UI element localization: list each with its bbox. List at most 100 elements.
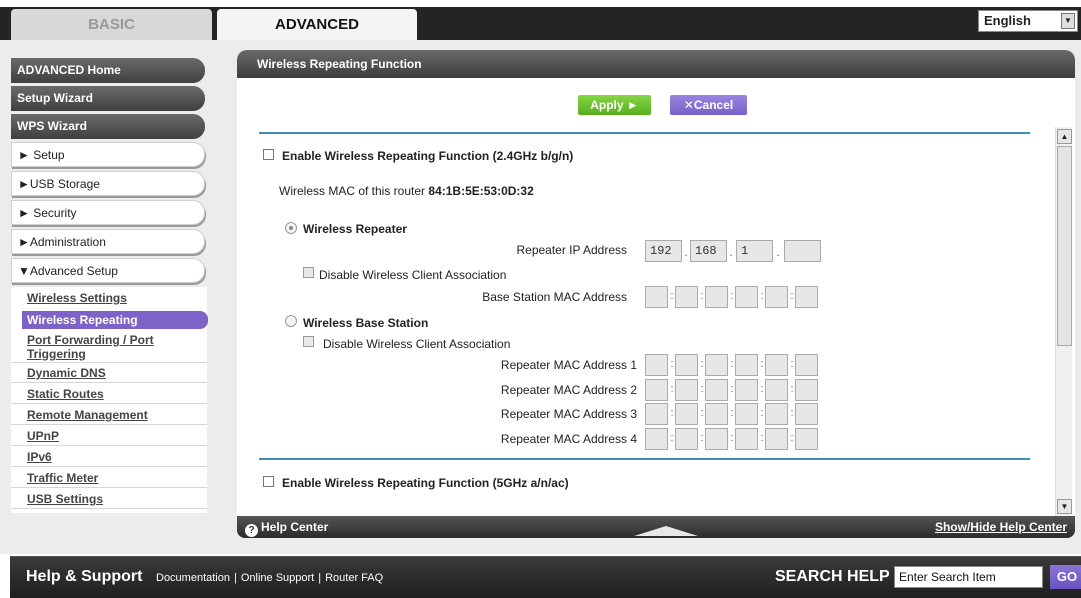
repeater-mac-1-octet-5[interactable] — [765, 354, 788, 376]
ip-dot: . — [729, 245, 733, 259]
documentation-link[interactable]: Documentation — [156, 572, 230, 584]
submenu-wireless-settings[interactable]: Wireless Settings — [27, 291, 127, 305]
repeater-mac-1-octet-1[interactable] — [645, 354, 668, 376]
repeater-mac-2-octet-5[interactable] — [765, 379, 788, 401]
help-center-bar: ? Help Center Show/Hide Help Center — [237, 516, 1075, 538]
submenu-upnp[interactable]: UPnP — [27, 429, 59, 443]
submenu-usb-settings[interactable]: USB Settings — [27, 492, 103, 506]
cancel-button[interactable]: ✕Cancel — [670, 95, 747, 115]
repeater-mac-2-octet-1[interactable] — [645, 379, 668, 401]
base-station-mac-octet-5[interactable] — [765, 286, 788, 308]
repeater-mac-3-octet-6[interactable] — [795, 403, 818, 425]
repeater-mac-2-octet-6[interactable] — [795, 379, 818, 401]
sidebar-item-setup[interactable]: ► Setup — [11, 142, 205, 167]
disable-assoc-label-2: Disable Wireless Client Association — [323, 337, 511, 351]
ip-dot: . — [684, 245, 688, 259]
repeater-mac-1-octet-2[interactable] — [675, 354, 698, 376]
expand-arrow-icon[interactable] — [634, 526, 698, 536]
divider — [11, 487, 207, 488]
wireless-base-station-label: Wireless Base Station — [303, 316, 429, 330]
sidebar-item-security[interactable]: ► Security — [11, 200, 205, 225]
base-station-mac-octet-1[interactable] — [645, 286, 668, 308]
router-faq-link[interactable]: Router FAQ — [325, 572, 383, 584]
wireless-repeater-radio[interactable] — [285, 222, 297, 234]
language-select[interactable]: English ▼ — [978, 10, 1078, 32]
repeater-mac-4-octet-3[interactable] — [705, 428, 728, 450]
sidebar-item-wps-wizard[interactable]: WPS Wizard — [11, 114, 205, 139]
footer-links: Documentation | Online Support | Router FAQ — [156, 572, 384, 584]
tab-advanced[interactable]: ADVANCED — [217, 9, 417, 40]
divider — [259, 458, 1030, 460]
submenu-traffic-meter[interactable]: Traffic Meter — [27, 471, 98, 485]
sidebar-item-usb-storage[interactable]: ►USB Storage — [11, 171, 205, 196]
repeater-mac-2-label: Repeater MAC Address 2 — [500, 383, 637, 397]
divider — [11, 445, 207, 446]
repeater-mac-2-octet-3[interactable] — [705, 379, 728, 401]
base-station-mac-octet-2[interactable] — [675, 286, 698, 308]
panel-title: Wireless Repeating Function — [237, 50, 1075, 78]
online-support-link[interactable]: Online Support — [241, 572, 314, 584]
tab-basic[interactable]: BASIC — [11, 9, 212, 40]
repeater-mac-3-label: Repeater MAC Address 3 — [500, 407, 637, 421]
submenu-remote-management[interactable]: Remote Management — [27, 408, 148, 422]
sidebar-item-advanced-setup[interactable]: ▼Advanced Setup — [11, 258, 205, 283]
submenu-port-forwarding[interactable]: Port Forwarding / Port — [27, 333, 154, 347]
base-station-mac-octet-6[interactable] — [795, 286, 818, 308]
scroll-up-icon[interactable]: ▲ — [1057, 129, 1072, 144]
repeater-mac-1-octet-6[interactable] — [795, 354, 818, 376]
repeater-ip-octet-1[interactable]: 192 — [645, 240, 682, 262]
repeater-mac-4-octet-1[interactable] — [645, 428, 668, 450]
help-center-label[interactable]: Help Center — [261, 520, 328, 534]
repeater-mac-4-octet-2[interactable] — [675, 428, 698, 450]
content-scrollbar[interactable]: ▲ ▼ — [1055, 127, 1072, 516]
scroll-down-icon[interactable]: ▼ — [1057, 499, 1072, 514]
disable-assoc-checkbox-1[interactable] — [303, 267, 314, 278]
help-icon: ? — [245, 524, 258, 537]
wireless-base-station-radio[interactable] — [285, 315, 297, 327]
submenu-wireless-repeating[interactable]: Wireless Repeating — [22, 311, 208, 329]
repeater-ip-octet-3[interactable]: 1 — [736, 240, 773, 262]
base-station-mac-label: Base Station MAC Address — [482, 290, 627, 304]
chevron-down-icon[interactable]: ▼ — [1061, 13, 1075, 29]
repeater-mac-4-octet-5[interactable] — [765, 428, 788, 450]
repeater-mac-2-octet-4[interactable] — [735, 379, 758, 401]
repeater-mac-2-octet-2[interactable] — [675, 379, 698, 401]
submenu-port-forwarding-line2[interactable]: Triggering — [27, 347, 86, 361]
repeater-mac-3-octet-1[interactable] — [645, 403, 668, 425]
base-station-mac-octet-4[interactable] — [735, 286, 758, 308]
repeater-ip-octet-2[interactable]: 168 — [690, 240, 727, 262]
divider — [11, 508, 207, 509]
scroll-thumb[interactable] — [1057, 146, 1072, 346]
repeater-mac-3-octet-3[interactable] — [705, 403, 728, 425]
sidebar-item-setup-wizard[interactable]: Setup Wizard — [11, 86, 205, 111]
search-input[interactable] — [894, 566, 1043, 588]
repeater-mac-1-octet-3[interactable] — [705, 354, 728, 376]
divider — [11, 362, 207, 363]
repeater-mac-3-octet-2[interactable] — [675, 403, 698, 425]
repeater-mac-4-octet-4[interactable] — [735, 428, 758, 450]
repeater-mac-4-octet-6[interactable] — [795, 428, 818, 450]
repeater-ip-label: Repeater IP Address — [516, 243, 627, 257]
disable-assoc-checkbox-2[interactable] — [303, 336, 314, 347]
show-hide-help-link[interactable]: Show/Hide Help Center — [935, 516, 1067, 538]
repeater-mac-3-octet-4[interactable] — [735, 403, 758, 425]
divider — [11, 466, 207, 467]
submenu-dynamic-dns[interactable]: Dynamic DNS — [27, 366, 106, 380]
repeater-mac-3-octet-5[interactable] — [765, 403, 788, 425]
enable-24ghz-checkbox[interactable] — [263, 149, 274, 160]
divider — [11, 403, 207, 404]
disable-assoc-label-1: Disable Wireless Client Association — [319, 268, 507, 282]
repeater-ip-octet-4[interactable] — [784, 240, 821, 262]
enable-5ghz-checkbox[interactable] — [263, 476, 274, 487]
router-mac-value: 84:1B:5E:53:0D:32 — [428, 184, 534, 198]
sidebar-item-administration[interactable]: ►Administration — [11, 229, 205, 254]
repeater-mac-1-octet-4[interactable] — [735, 354, 758, 376]
sidebar-item-advanced-home[interactable]: ADVANCED Home — [11, 58, 205, 83]
submenu-ipv6[interactable]: IPv6 — [27, 450, 52, 464]
go-button[interactable]: GO — [1050, 565, 1081, 589]
router-mac-label: Wireless MAC of this router 84:1B:5E:53:… — [279, 184, 534, 198]
apply-button[interactable]: Apply ► — [578, 95, 651, 115]
help-support-title: Help & Support — [26, 568, 143, 585]
submenu-static-routes[interactable]: Static Routes — [27, 387, 104, 401]
base-station-mac-octet-3[interactable] — [705, 286, 728, 308]
